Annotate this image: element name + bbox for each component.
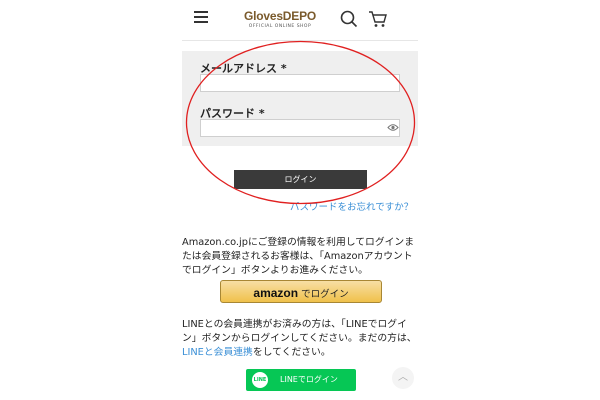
forgot-password-link[interactable]: パスワードをお忘れですか？ — [290, 199, 413, 213]
amazon-login-button[interactable]: amazon でログイン — [220, 280, 382, 303]
login-button[interactable]: ログイン — [234, 170, 367, 189]
header: GlovesDEPO OFFICIAL ONLINE SHOP — [182, 0, 418, 41]
amazon-button-label: でログイン — [301, 289, 349, 300]
line-button-label: LINEでログイン — [280, 375, 338, 384]
password-field[interactable] — [200, 119, 400, 137]
hamburger-icon[interactable] — [194, 11, 208, 23]
line-link-account[interactable]: LINEと会員連携 — [182, 347, 253, 358]
line-text-before: LINEとの会員連携がお済みの方は、「LINEでログイン」ボタンからログインして… — [182, 319, 417, 345]
amazon-login-description: Amazon.co.jpにご登録の情報を利用してログインまたは会員登録されるお客… — [182, 237, 415, 277]
search-icon[interactable] — [340, 10, 358, 28]
brand-subtitle: OFFICIAL ONLINE SHOP — [248, 24, 312, 29]
amazon-logo: amazon — [253, 286, 299, 300]
brand-logo[interactable]: GlovesDEPO OFFICIAL ONLINE SHOP — [240, 9, 320, 29]
email-field[interactable] — [200, 74, 400, 92]
line-icon: LINE — [252, 372, 268, 388]
eye-icon[interactable] — [387, 123, 399, 132]
back-to-top-icon[interactable]: ︿ — [392, 367, 414, 389]
cart-icon[interactable] — [368, 10, 388, 28]
line-login-description: LINEとの会員連携がお済みの方は、「LINEでログイン」ボタンからログインして… — [182, 318, 418, 361]
mobile-page: GlovesDEPO OFFICIAL ONLINE SHOP メールアドレス … — [182, 0, 418, 400]
brand-name: GlovesDEPO — [243, 9, 317, 23]
line-login-button[interactable]: LINE LINEでログイン — [246, 369, 356, 391]
line-text-after: をしてください。 — [252, 347, 331, 359]
